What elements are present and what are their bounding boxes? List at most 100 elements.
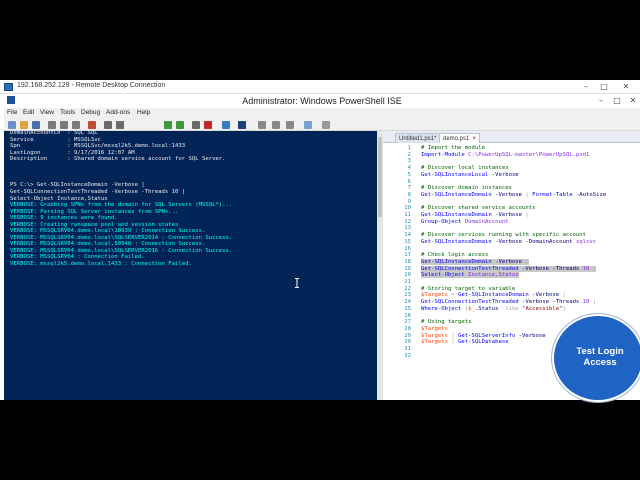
- line-number: 11: [404, 212, 411, 218]
- console-scroll-thumb[interactable]: [378, 137, 382, 217]
- line-number: 7: [407, 185, 411, 192]
- line-number: 10: [404, 205, 411, 212]
- code-line: # Discover local instances: [421, 165, 509, 171]
- code-line: $Targets | Get-SQLDatabase: [421, 339, 509, 345]
- code-token: -Verbose: [522, 299, 553, 306]
- rdp-close-button[interactable]: ✕: [618, 81, 634, 93]
- open-icon[interactable]: [20, 121, 28, 129]
- code-token: .Status: [474, 305, 502, 312]
- code-token: Group-Object: [421, 218, 465, 225]
- code-line: # Discover shared service accounts: [421, 205, 536, 211]
- line-number: 30: [404, 339, 411, 346]
- tab-untitled1[interactable]: Untitled1.ps1*: [395, 133, 441, 143]
- line-number: 16: [404, 245, 411, 252]
- line-number: 2: [407, 151, 411, 158]
- line-number: 22: [404, 285, 411, 292]
- menu-tools[interactable]: Tools: [60, 109, 75, 116]
- save-icon[interactable]: [32, 121, 40, 129]
- code-token: # Import the module: [421, 145, 485, 151]
- line-number: 24: [404, 299, 411, 306]
- stop-icon[interactable]: [204, 121, 212, 129]
- code-token: }: [562, 305, 566, 312]
- line-number: 6: [407, 178, 411, 185]
- code-token: # Discover domain instances: [421, 185, 512, 192]
- code-line: Get-SQLInstanceDomain -Verbose |: [421, 258, 529, 265]
- code-token: Get-SQLInstanceDomain: [421, 258, 496, 265]
- code-line: Get-SQLInstanceLocal -Verbose: [421, 172, 519, 178]
- cut-icon[interactable]: [48, 121, 56, 129]
- line-number: 17: [404, 252, 411, 259]
- line-number: 14: [404, 232, 411, 239]
- code-token: # Discover services running with specifi…: [421, 232, 587, 239]
- menu-view[interactable]: View: [40, 109, 54, 116]
- line-number: 23: [404, 292, 411, 299]
- console-icon[interactable]: [238, 121, 246, 129]
- code-token: # Storing target to variable: [421, 285, 516, 292]
- code-token: $_: [468, 305, 475, 312]
- code-token: $Targets: [421, 292, 452, 299]
- line-number: 29: [404, 332, 411, 339]
- powershell-ise-window: Administrator: Windows PowerShell ISE – …: [4, 94, 640, 400]
- run-selection-icon[interactable]: [176, 121, 184, 129]
- ise-maximize-button[interactable]: □: [610, 95, 624, 107]
- code-token: |: [592, 265, 597, 272]
- redo-icon[interactable]: [116, 121, 124, 129]
- code-token: -Verbose: [532, 292, 563, 299]
- paste-icon[interactable]: [72, 121, 80, 129]
- run-icon[interactable]: [164, 121, 172, 129]
- layout-top-icon[interactable]: [258, 121, 266, 129]
- rdp-titlebar: 192.168.252.129 - Remote Desktop Connect…: [0, 80, 640, 94]
- code-token: "Accessible": [522, 305, 563, 312]
- debug-icon[interactable]: [192, 121, 200, 129]
- code-token: Get-SQLInstanceDomain: [421, 238, 496, 245]
- console-line: VERBOSE: mssql2k5.demo.local,1433 : Conn…: [10, 261, 192, 267]
- console-line: VERBOSE: Parsing SQL Server instances fr…: [10, 208, 179, 215]
- layout-max-icon[interactable]: [286, 121, 294, 129]
- addon-icon[interactable]: [322, 121, 330, 129]
- menu-help[interactable]: Help: [137, 109, 150, 116]
- menu-add-ons[interactable]: Add-ons: [106, 109, 130, 116]
- code-token: sqlsvc: [575, 238, 597, 245]
- tab-demo[interactable]: demo.ps1 ×: [439, 133, 480, 143]
- menu-edit[interactable]: Edit: [23, 109, 34, 116]
- new-file-icon[interactable]: [8, 121, 16, 129]
- code-token: Select-Object: [421, 272, 469, 279]
- line-number: 31: [404, 346, 411, 352]
- console-line: VERBOSE: MSSQLSRV04.demo.local\SQLSERVER…: [10, 234, 233, 241]
- line-number: 25: [404, 305, 411, 312]
- console-line: VERBOSE: 9 instances were found.: [10, 215, 118, 222]
- rdp-app-icon: [4, 83, 13, 91]
- tab-label: demo.ps1: [443, 136, 470, 142]
- code-token: Get-SQLInstanceLocal: [421, 171, 492, 178]
- ise-close-button[interactable]: ✕: [626, 95, 640, 107]
- menu-debug[interactable]: Debug: [81, 109, 100, 116]
- show-commands-icon[interactable]: [304, 121, 312, 129]
- line-number: 27: [404, 319, 411, 326]
- code-token: |: [592, 299, 597, 306]
- test-login-access-badge: Test Login Access: [552, 314, 640, 402]
- rdp-title: 192.168.252.129 - Remote Desktop Connect…: [17, 82, 166, 89]
- toolbar: [4, 119, 640, 131]
- remote-icon[interactable]: [222, 121, 230, 129]
- rdp-minimize-button[interactable]: –: [578, 81, 594, 93]
- console-line: VERBOSE: MSSQLSRV04 : Connection Failed.: [10, 254, 145, 261]
- copy-icon[interactable]: [60, 121, 68, 129]
- menu-bar: File Edit View Tools Debug Add-ons Help: [4, 108, 640, 119]
- clear-icon[interactable]: [88, 121, 96, 129]
- layout-side-icon[interactable]: [272, 121, 280, 129]
- code-token: $Targets: [421, 332, 452, 339]
- code-token: Get-SQLInstanceDomain: [421, 212, 496, 218]
- line-number: 32: [404, 352, 411, 359]
- rdp-maximize-button[interactable]: □: [596, 81, 612, 93]
- code-token: -Verbose: [495, 191, 526, 198]
- code-token: # Using targets: [421, 319, 472, 326]
- ise-title: Administrator: Windows PowerShell ISE: [242, 96, 402, 106]
- menu-file[interactable]: File: [7, 109, 17, 116]
- ise-minimize-button[interactable]: –: [594, 95, 608, 107]
- undo-icon[interactable]: [104, 121, 112, 129]
- code-token: |: [562, 292, 566, 299]
- close-tab-icon[interactable]: ×: [472, 136, 476, 142]
- console-pane[interactable]: DomainAccountCn : SQL SQL Service : MSSQL…: [4, 131, 377, 400]
- code-token: # Discover local instances: [421, 165, 509, 172]
- editor-tabs: Untitled1.ps1* demo.ps1 ×: [383, 131, 640, 143]
